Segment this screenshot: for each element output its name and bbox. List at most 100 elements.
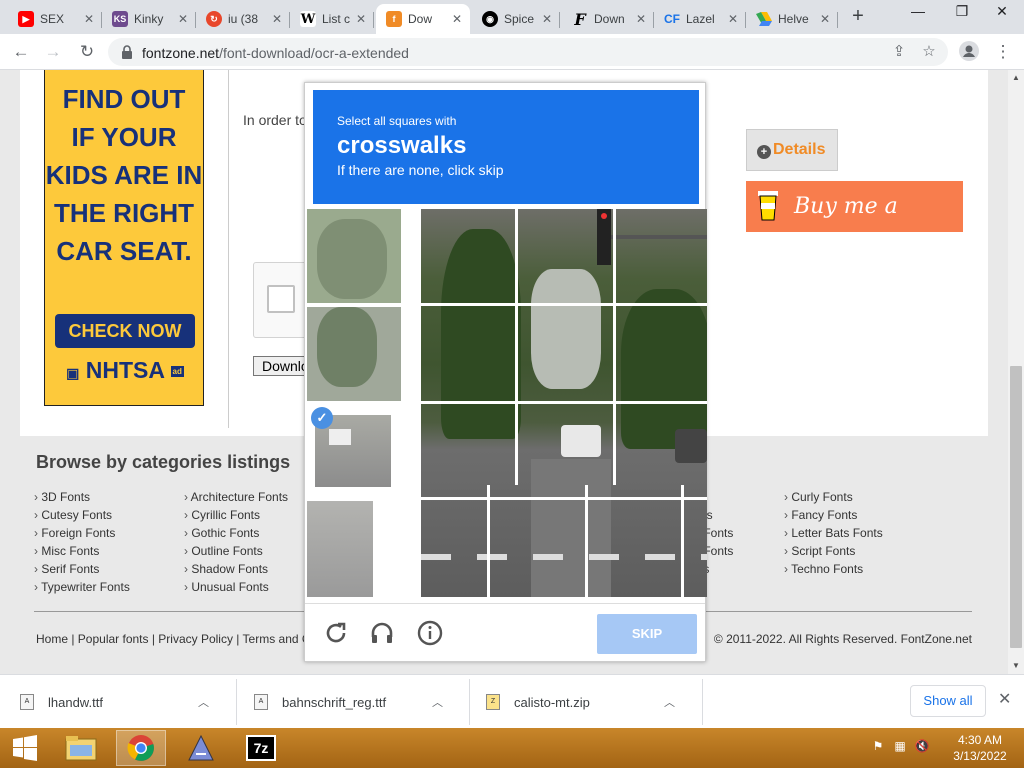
category-link[interactable]: Gothic Fonts: [184, 526, 259, 540]
skip-button[interactable]: SKIP: [597, 614, 697, 654]
chevron-up-icon[interactable]: ︿: [664, 694, 675, 710]
download-item[interactable]: A bahnschrift_reg.ttf ︿: [254, 675, 443, 729]
category-link[interactable]: Typewriter Fonts: [34, 580, 130, 594]
close-icon[interactable]: ✕: [84, 12, 94, 26]
tab-title: Spice: [504, 12, 535, 26]
footer-links[interactable]: Home | Popular fonts | Privacy Policy | …: [36, 632, 311, 646]
font-file-icon: A: [254, 694, 268, 710]
profile-avatar-icon[interactable]: [958, 41, 980, 63]
close-icon[interactable]: ✕: [356, 12, 366, 26]
category-link[interactable]: Serif Fonts: [34, 562, 99, 576]
tab-down[interactable]: F Down ✕: [562, 4, 654, 34]
browser-toolbar: ← → ↻ fontzone.net/font-download/ocr-a-e…: [0, 34, 1024, 70]
tab-title: Down: [594, 12, 625, 26]
headphones-audio-icon[interactable]: [369, 620, 395, 646]
address-bar[interactable]: fontzone.net/font-download/ocr-a-extende…: [108, 38, 948, 66]
category-link[interactable]: Script Fonts: [784, 544, 855, 558]
file-explorer-icon[interactable]: [56, 730, 106, 766]
download-item[interactable]: Z calisto-mt.zip ︿: [486, 675, 675, 729]
chevron-up-icon[interactable]: ︿: [198, 694, 209, 710]
tab-helve[interactable]: Helve ✕: [746, 4, 838, 34]
chevron-up-icon[interactable]: ︿: [432, 694, 443, 710]
font-app-taskbar-icon[interactable]: [176, 730, 226, 766]
tab-iu[interactable]: ↻ iu (38 ✕: [196, 4, 290, 34]
tile-image-faded[interactable]: [307, 209, 401, 303]
download-filename: calisto-mt.zip: [514, 694, 590, 710]
forward-arrow-icon[interactable]: →: [42, 41, 64, 63]
category-link[interactable]: Fancy Fonts: [784, 508, 857, 522]
share-icon[interactable]: ⇪: [890, 43, 908, 61]
url-text: fontzone.net/font-download/ocr-a-extende…: [142, 45, 409, 61]
page-gutter-left: [0, 70, 20, 674]
network-icon[interactable]: ▦: [892, 738, 908, 754]
category-link[interactable]: Cyrillic Fonts: [184, 508, 260, 522]
close-icon[interactable]: ✕: [728, 12, 738, 26]
close-icon[interactable]: ✕: [272, 12, 282, 26]
download-item[interactable]: A lhandw.ttf ︿: [20, 675, 209, 729]
buy-me-a-coffee-button[interactable]: Buy me a coffee: [746, 181, 963, 270]
category-link[interactable]: Misc Fonts: [34, 544, 99, 558]
category-link[interactable]: 3D Fonts: [34, 490, 90, 504]
volume-muted-icon[interactable]: 🔇: [914, 738, 930, 754]
close-icon[interactable]: ✕: [998, 689, 1011, 709]
category-link[interactable]: Foreign Fonts: [34, 526, 115, 540]
fontzone-icon: f: [386, 11, 402, 27]
action-center-flag-icon[interactable]: ⚑: [870, 738, 886, 754]
tab-list[interactable]: W List c ✕: [290, 4, 374, 34]
tab-sex[interactable]: ▶ SEX ✕: [8, 4, 102, 34]
restore-icon[interactable]: ❐: [940, 0, 984, 28]
grid-line: [681, 485, 684, 597]
close-icon[interactable]: ✕: [636, 12, 646, 26]
windows-start-icon[interactable]: [0, 730, 50, 766]
category-link[interactable]: Unusual Fonts: [184, 580, 268, 594]
tab-lazel[interactable]: CF Lazel ✕: [654, 4, 746, 34]
window-close-icon[interactable]: ✕: [980, 0, 1024, 28]
7zip-taskbar-icon[interactable]: 7z: [236, 730, 286, 766]
tile-image-faded[interactable]: [307, 307, 401, 401]
category-link[interactable]: Architecture Fonts: [184, 490, 288, 504]
page-gutter-right: [988, 70, 1008, 674]
order-text: In order to: [243, 112, 307, 128]
category-link[interactable]: Letter Bats Fonts: [784, 526, 882, 540]
close-icon[interactable]: ✕: [178, 12, 188, 26]
challenge-target: crosswalks: [337, 132, 467, 159]
close-icon[interactable]: ✕: [820, 12, 830, 26]
chrome-taskbar-icon[interactable]: [116, 730, 166, 766]
category-link[interactable]: Curly Fonts: [784, 490, 852, 504]
tab-strip: ▶ SEX ✕ KS Kinky ✕ ↻ iu (38 ✕ W List c ✕…: [0, 0, 1024, 34]
scroll-thumb[interactable]: [1010, 366, 1022, 648]
nhtsa-ad-banner[interactable]: FIND OUT IF YOUR KIDS ARE IN THE RIGHT C…: [44, 70, 204, 406]
info-icon[interactable]: [417, 620, 443, 646]
details-button[interactable]: + Details: [746, 129, 838, 171]
reload-icon[interactable]: ↻: [76, 41, 98, 63]
zip-file-icon: Z: [486, 694, 500, 710]
grid-line: [585, 485, 588, 597]
bookmark-star-icon[interactable]: ☆: [920, 43, 938, 61]
show-all-downloads-button[interactable]: Show all: [910, 685, 986, 717]
category-link[interactable]: Shadow Fonts: [184, 562, 268, 576]
font-file-icon: A: [20, 694, 34, 710]
category-link[interactable]: Outline Fonts: [184, 544, 262, 558]
tab-kinky[interactable]: KS Kinky ✕: [102, 4, 196, 34]
close-icon[interactable]: ✕: [452, 12, 462, 26]
taskbar-clock[interactable]: 4:30 AM 3/13/2022: [948, 732, 1012, 764]
category-link[interactable]: Cutesy Fonts: [34, 508, 112, 522]
recaptcha-checkbox[interactable]: [267, 285, 295, 313]
minimize-icon[interactable]: —: [896, 0, 940, 28]
tab-fontzone-active[interactable]: f Dow ✕: [376, 4, 470, 34]
tab-spice[interactable]: ◉ Spice ✕: [472, 4, 560, 34]
category-link[interactable]: Techno Fonts: [784, 562, 863, 576]
ad-check-now-button[interactable]: CHECK NOW: [55, 314, 195, 348]
close-icon[interactable]: ✕: [542, 12, 552, 26]
tab-title: Kinky: [134, 12, 164, 26]
page-scrollbar[interactable]: ▲ ▼: [1008, 70, 1024, 674]
reload-challenge-icon[interactable]: [323, 620, 349, 646]
scroll-up-arrow-icon[interactable]: ▲: [1008, 70, 1024, 86]
back-arrow-icon[interactable]: ←: [10, 41, 32, 63]
new-tab-plus-icon[interactable]: +: [846, 6, 870, 28]
tile-selected-check-icon: ✓: [311, 407, 333, 429]
kebab-menu-icon[interactable]: ⋮: [992, 41, 1014, 63]
windows-taskbar: 7z ⚑ ▦ 🔇 4:30 AM 3/13/2022: [0, 728, 1024, 768]
scroll-down-arrow-icon[interactable]: ▼: [1008, 658, 1024, 674]
tile-image-faded[interactable]: [307, 501, 373, 597]
